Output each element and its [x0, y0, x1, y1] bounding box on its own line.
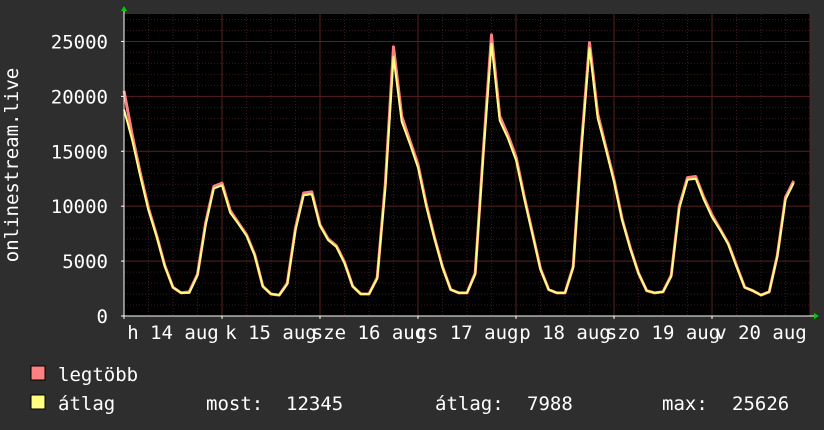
y-tick-label: 20000: [51, 86, 108, 108]
y-tick-label: 5000: [62, 251, 108, 273]
stat-max-value: 25626: [732, 393, 789, 415]
stat-most-label: most:: [206, 393, 263, 415]
y-tick-label: 15000: [51, 141, 108, 163]
stat-max-label: max:: [662, 393, 708, 415]
stats-row: most: 12345 átlag: 7988 max: 25626: [206, 393, 789, 415]
y-tick-label: 10000: [51, 196, 108, 218]
chart-svg: 0 5000 10000 15000 20000 25000 h 14 aug k 15 a…: [0, 0, 824, 430]
stat-atlag-label: átlag:: [435, 393, 504, 415]
x-tick-label: cs 17 aug: [416, 322, 519, 344]
x-tick-label: v 20 aug: [715, 322, 807, 344]
x-tick-label: h 14 aug: [127, 322, 219, 344]
x-tick-label: p 18 aug: [519, 322, 611, 344]
stat-most-value: 12345: [286, 393, 343, 415]
y-tick-label: 0: [97, 306, 108, 328]
y-tick-label: 25000: [51, 31, 108, 53]
legend-swatch-atlag: [30, 394, 46, 410]
x-tick-label: szo 19 aug: [606, 322, 720, 344]
x-tick-label: sze 16 aug: [312, 322, 426, 344]
legend-label-atlag: átlag: [58, 393, 115, 415]
x-tick-label: k 15 aug: [225, 322, 317, 344]
legend-label-legtobb: legtöbb: [58, 364, 138, 386]
stat-atlag-value: 7988: [527, 393, 573, 415]
legend-swatch-legtobb: [30, 365, 46, 381]
y-axis-label: onlinestream.live: [1, 68, 23, 262]
